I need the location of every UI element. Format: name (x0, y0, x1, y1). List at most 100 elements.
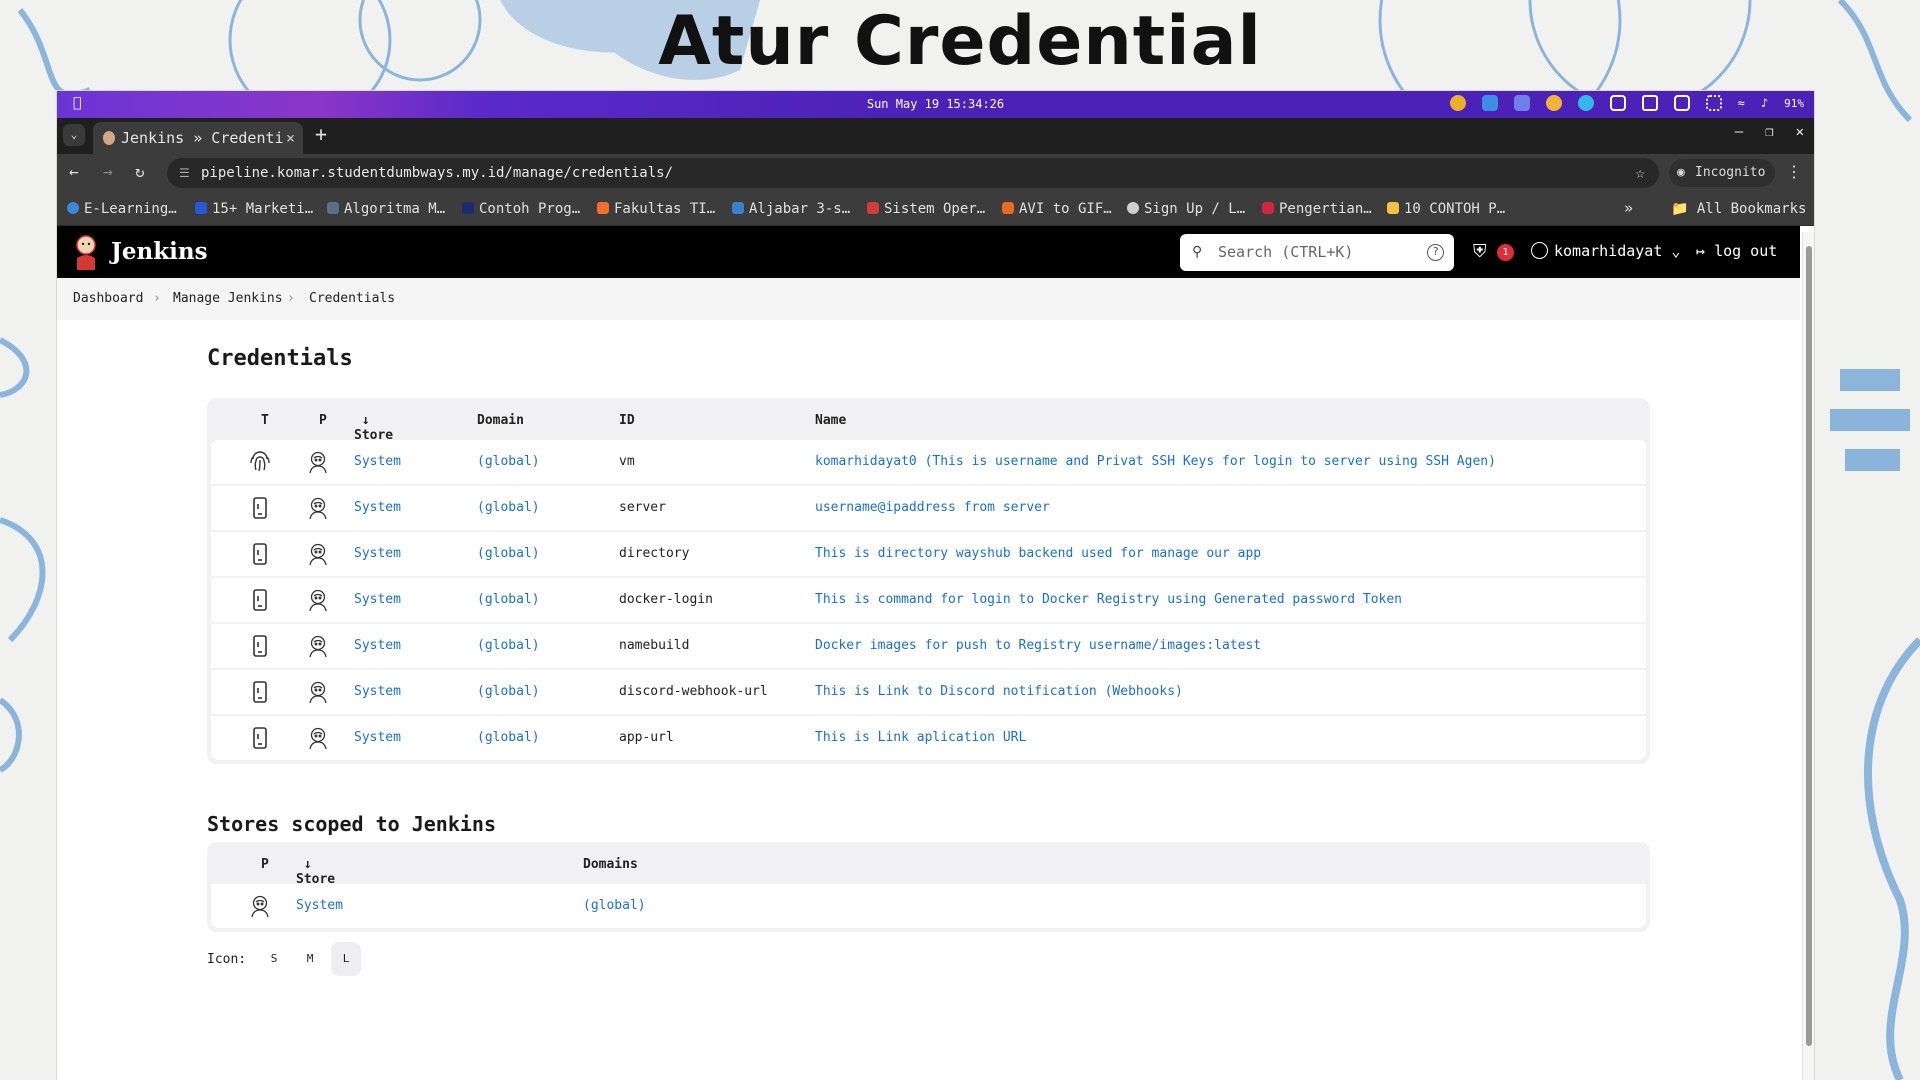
chrome-icon[interactable] (1449, 95, 1466, 111)
store-link[interactable]: System (354, 592, 401, 607)
table-row: System (global) directory This is directory… (211, 532, 1646, 576)
col-header-store[interactable]: Store ↓ (354, 413, 393, 443)
bookmark-item[interactable]: E-Learning… (67, 201, 177, 217)
jenkins-brand[interactable]: Jenkins (111, 238, 208, 265)
jenkins-search-input[interactable]: ⚲ Search (CTRL+K) ? (1180, 234, 1454, 271)
bookmark-item[interactable]: AVI to GIF… (1002, 201, 1112, 217)
extension-icon[interactable] (1641, 95, 1658, 111)
more-bookmarks-icon[interactable]: » (1624, 199, 1633, 217)
tab-search-button[interactable]: ⌄ (63, 124, 85, 146)
col-header-name[interactable]: Name (815, 413, 846, 428)
bookmark-item[interactable]: Algoritma M… (327, 201, 445, 217)
domain-link[interactable]: (global) (583, 898, 646, 913)
search-placeholder: Search (CTRL+K) (1218, 243, 1354, 261)
discord-icon[interactable] (1513, 95, 1530, 111)
store-link[interactable]: System (354, 546, 401, 561)
wifi-icon[interactable]: ≈ (1738, 96, 1745, 110)
bookmark-item[interactable]: Pengertian… (1262, 201, 1372, 217)
battery-indicator[interactable]: 91% (1784, 97, 1804, 110)
domain-link[interactable]: (global) (477, 730, 540, 745)
globe-icon[interactable] (1577, 95, 1594, 111)
grid-icon[interactable] (1705, 95, 1722, 111)
breadcrumb-manage-jenkins[interactable]: Manage Jenkins (173, 291, 283, 306)
incognito-icon: ◉ (1677, 165, 1685, 180)
bookmark-favicon-icon (67, 202, 79, 214)
security-badge[interactable]: 1 (1497, 244, 1514, 261)
store-link[interactable]: System (354, 730, 401, 745)
breadcrumb-credentials[interactable]: Credentials (309, 291, 395, 306)
col-header-t[interactable]: T (261, 413, 269, 428)
store-link[interactable]: System (354, 638, 401, 653)
screen-record-icon[interactable] (1609, 95, 1626, 111)
sort-arrow-icon: ↓ (303, 857, 312, 872)
credential-name-link[interactable]: This is directory wayshub backend used f… (815, 546, 1261, 561)
col-header-domains[interactable]: Domains (583, 857, 638, 872)
jenkins-provider-icon (307, 542, 329, 566)
credential-name-link[interactable]: komarhidayat0 (This is username and Priv… (815, 454, 1496, 469)
icon-size-s[interactable]: S (259, 942, 289, 976)
store-link[interactable]: System (354, 684, 401, 699)
bookmark-item[interactable]: Contoh Prog… (462, 201, 580, 217)
user-menu[interactable]: komarhidayat ⌄ (1531, 242, 1680, 260)
forward-icon[interactable]: → (103, 162, 113, 181)
shield-app-icon[interactable] (1481, 95, 1498, 111)
breadcrumb-dashboard[interactable]: Dashboard (73, 291, 143, 306)
col-header-store[interactable]: Store ↓ (296, 857, 335, 887)
icon-size-m[interactable]: M (295, 942, 325, 976)
bookmark-item[interactable]: Aljabar 3-s… (732, 201, 850, 217)
url-text: pipeline.komar.studentdumbways.my.id/man… (201, 165, 674, 181)
store-link[interactable]: System (354, 500, 401, 515)
url-field[interactable]: ☰ pipeline.komar.studentdumbways.my.id/m… (167, 158, 1659, 188)
browser-icon[interactable] (1545, 95, 1562, 111)
minimize-icon[interactable]: — (1735, 124, 1743, 140)
bookmark-item[interactable]: Sign Up / L… (1127, 201, 1245, 217)
domain-link[interactable]: (global) (477, 500, 540, 515)
mobile-text-icon (249, 634, 271, 658)
domain-link[interactable]: (global) (477, 546, 540, 561)
logout-button[interactable]: ↦ log out (1696, 242, 1777, 260)
bookmark-favicon-icon (732, 202, 744, 214)
col-header-p[interactable]: P (319, 413, 327, 428)
credential-name-link[interactable]: Docker images for push to Registry usern… (815, 638, 1261, 653)
reload-icon[interactable]: ↻ (135, 162, 145, 181)
store-link[interactable]: System (354, 454, 401, 469)
col-header-id[interactable]: ID (619, 413, 635, 428)
credential-name-link[interactable]: This is command for login to Docker Regi… (815, 592, 1402, 607)
credential-name-link[interactable]: username@ipaddress from server (815, 500, 1050, 515)
domain-link[interactable]: (global) (477, 592, 540, 607)
credential-name-link[interactable]: This is Link aplication URL (815, 730, 1026, 745)
restore-icon[interactable]: ❐ (1765, 124, 1773, 140)
icon-size-l[interactable]: L (331, 942, 361, 976)
volume-icon[interactable]: ♪ (1761, 96, 1768, 110)
back-icon[interactable]: ← (69, 162, 79, 181)
close-window-icon[interactable]: ✕ (1796, 124, 1804, 140)
icon-size-label: Icon: (207, 952, 247, 967)
security-shield-icon[interactable]: ⛨ (1473, 241, 1487, 262)
browser-menu-icon[interactable]: ⋮ (1786, 162, 1802, 181)
bookmark-item[interactable]: Sistem Oper… (867, 201, 985, 217)
credential-name-link[interactable]: This is Link to Discord notification (We… (815, 684, 1183, 699)
domain-link[interactable]: (global) (477, 638, 540, 653)
bookmark-item[interactable]: 10 CONTOH P… (1387, 201, 1505, 217)
browser-tab-jenkins[interactable]: Jenkins » Credenti × (93, 122, 303, 154)
store-link[interactable]: System (296, 898, 343, 913)
site-info-icon[interactable]: ☰ (179, 158, 190, 188)
scrollbar-thumb[interactable] (1806, 246, 1812, 1046)
incognito-indicator[interactable]: ◉ Incognito (1669, 159, 1775, 187)
help-icon[interactable]: ? (1427, 244, 1444, 261)
new-tab-button[interactable]: + (315, 122, 327, 146)
bookmark-item[interactable]: Fakultas TI… (597, 201, 715, 217)
credential-id: server (619, 500, 666, 515)
username: komarhidayat (1554, 242, 1663, 260)
col-header-domain[interactable]: Domain (477, 413, 524, 428)
bookmark-star-icon[interactable]: ☆ (1635, 158, 1645, 188)
col-header-p[interactable]: P (261, 857, 269, 872)
clipboard-icon[interactable] (1673, 95, 1690, 111)
jenkins-logo-icon[interactable] (73, 234, 99, 270)
domain-link[interactable]: (global) (477, 454, 540, 469)
all-bookmarks-folder[interactable]: 📁 All Bookmarks (1671, 201, 1806, 217)
tab-close-icon[interactable]: × (286, 122, 295, 154)
domain-link[interactable]: (global) (477, 684, 540, 699)
page-scrollbar[interactable] (1802, 232, 1814, 1080)
bookmark-item[interactable]: 15+ Marketi… (195, 201, 313, 217)
